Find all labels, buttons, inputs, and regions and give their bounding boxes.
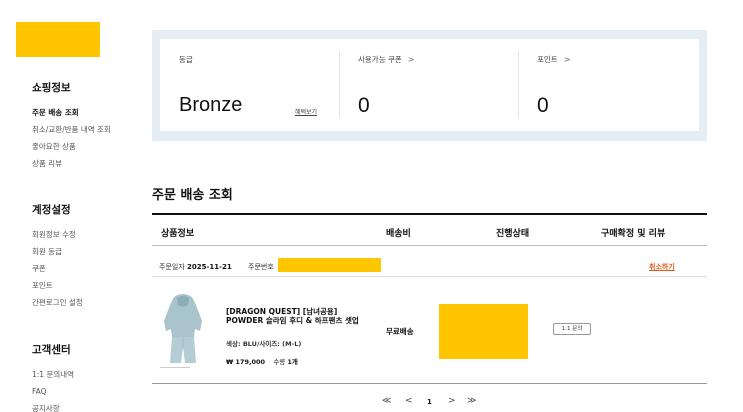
product-price: ₩ 179,000 [226,358,266,366]
order-status-redacted [439,304,528,359]
page-title: 주문 배송 조회 [152,188,233,203]
order-date: 주문일자 2025-11-21 [159,262,232,272]
order-date-value: 2025-11-21 [187,263,232,271]
chevron-right-icon: > [563,55,571,64]
column-header-product: 상품정보 [161,229,195,239]
coupon-count: 0 [358,94,370,117]
cancel-order-link[interactable]: 취소하기 [649,262,675,272]
sidebar-section-title: 계정설정 [32,204,71,216]
product-quantity: 수량 1개 [273,358,298,366]
product-thumbnail[interactable] [160,291,206,369]
point-panel[interactable]: 포인트 > 0 [518,39,699,131]
pagination-page-1[interactable]: 1 [427,398,432,406]
coupon-label-row[interactable]: 사용가능 쿠폰 > [358,54,415,65]
sidebar-section-title: 쇼핑정보 [32,82,71,94]
product-name[interactable]: [DRAGON QUEST] [남녀공용] POWDER 슬라임 후디 & 하프… [226,307,371,325]
sidebar-item-order-tracking[interactable]: 주문 배송 조회 [32,104,111,121]
pagination-last-button[interactable]: ≫ [467,396,476,406]
member-summary: 등급 Bronze 혜택보기 사용가능 쿠폰 > 0 포인트 > 0 [152,30,707,141]
column-header-status: 진행상태 [496,229,530,239]
grade-panel: 등급 Bronze 혜택보기 [160,39,339,131]
member-summary-card: 등급 Bronze 혜택보기 사용가능 쿠폰 > 0 포인트 > 0 [160,39,699,131]
coupon-label: 사용가능 쿠폰 [358,55,402,64]
chevron-right-icon: > [407,55,415,64]
sidebar-section-shopping: 쇼핑정보 주문 배송 조회 취소/교환/반품 내역 조회 좋아요한 상품 상품 … [32,80,111,172]
quantity-value: 1개 [287,358,298,366]
pagination-first-button[interactable]: ≪ [382,396,391,406]
grade-label: 등급 [179,55,193,64]
sidebar-item-points[interactable]: 포인트 [32,277,83,294]
grade-value: Bronze [179,94,243,116]
quantity-label: 수량 [273,358,286,366]
sidebar-item-notices[interactable]: 공지사항 [32,400,74,412]
sidebar-section-account: 계정설정 회원정보 수정 회원 등급 쿠폰 포인트 간편로그인 설정 [32,202,83,311]
sidebar-item-liked-products[interactable]: 좋아요한 상품 [32,138,111,155]
column-header-shipping: 배송비 [386,229,411,239]
shipping-fee: 무료배송 [386,327,414,336]
sidebar-item-faq[interactable]: FAQ [32,383,74,400]
sidebar-section-title: 고객센터 [32,344,71,356]
logo[interactable] [16,22,100,57]
sidebar-item-edit-profile[interactable]: 회원정보 수정 [32,226,83,243]
point-label-row[interactable]: 포인트 > [537,54,570,65]
pagination-prev-button[interactable]: < [405,396,413,406]
table-header: 상품정보 배송비 진행상태 구매확정 및 리뷰 [152,213,707,246]
order-product-row: [DRAGON QUEST] [남녀공용] POWDER 슬라임 후디 & 하프… [152,277,707,384]
inquiry-button[interactable]: 1:1 문의 [553,323,591,335]
sidebar-item-product-reviews[interactable]: 상품 리뷰 [32,155,111,172]
sidebar-item-simple-login[interactable]: 간편로그인 설정 [32,294,83,311]
coupon-panel[interactable]: 사용가능 쿠폰 > 0 [339,39,518,131]
order-number-redacted [278,258,381,272]
thumbnail-divider [160,367,190,368]
benefit-link[interactable]: 혜택보기 [295,107,317,116]
sidebar-item-member-grade[interactable]: 회원 등급 [32,243,83,260]
sidebar-item-coupons[interactable]: 쿠폰 [32,260,83,277]
column-header-review: 구매확정 및 리뷰 [601,229,666,239]
sidebar-item-inquiries[interactable]: 1:1 문의내역 [32,366,74,383]
point-count: 0 [537,94,549,117]
product-price-row: ₩ 179,000 수량 1개 [226,356,298,366]
order-date-label: 주문일자 [159,263,185,271]
order-header-row: 주문일자 2025-11-21 주문번호 취소하기 [152,258,707,277]
sidebar-section-support: 고객센터 1:1 문의내역 FAQ 공지사항 [32,342,74,412]
product-option: 색상: BLU/사이즈: (M-L) [226,340,302,348]
point-label: 포인트 [537,55,558,64]
pagination-next-button[interactable]: > [448,396,456,406]
sidebar-item-cancel-history[interactable]: 취소/교환/반품 내역 조회 [32,121,111,138]
order-number-label: 주문번호 [248,263,274,271]
